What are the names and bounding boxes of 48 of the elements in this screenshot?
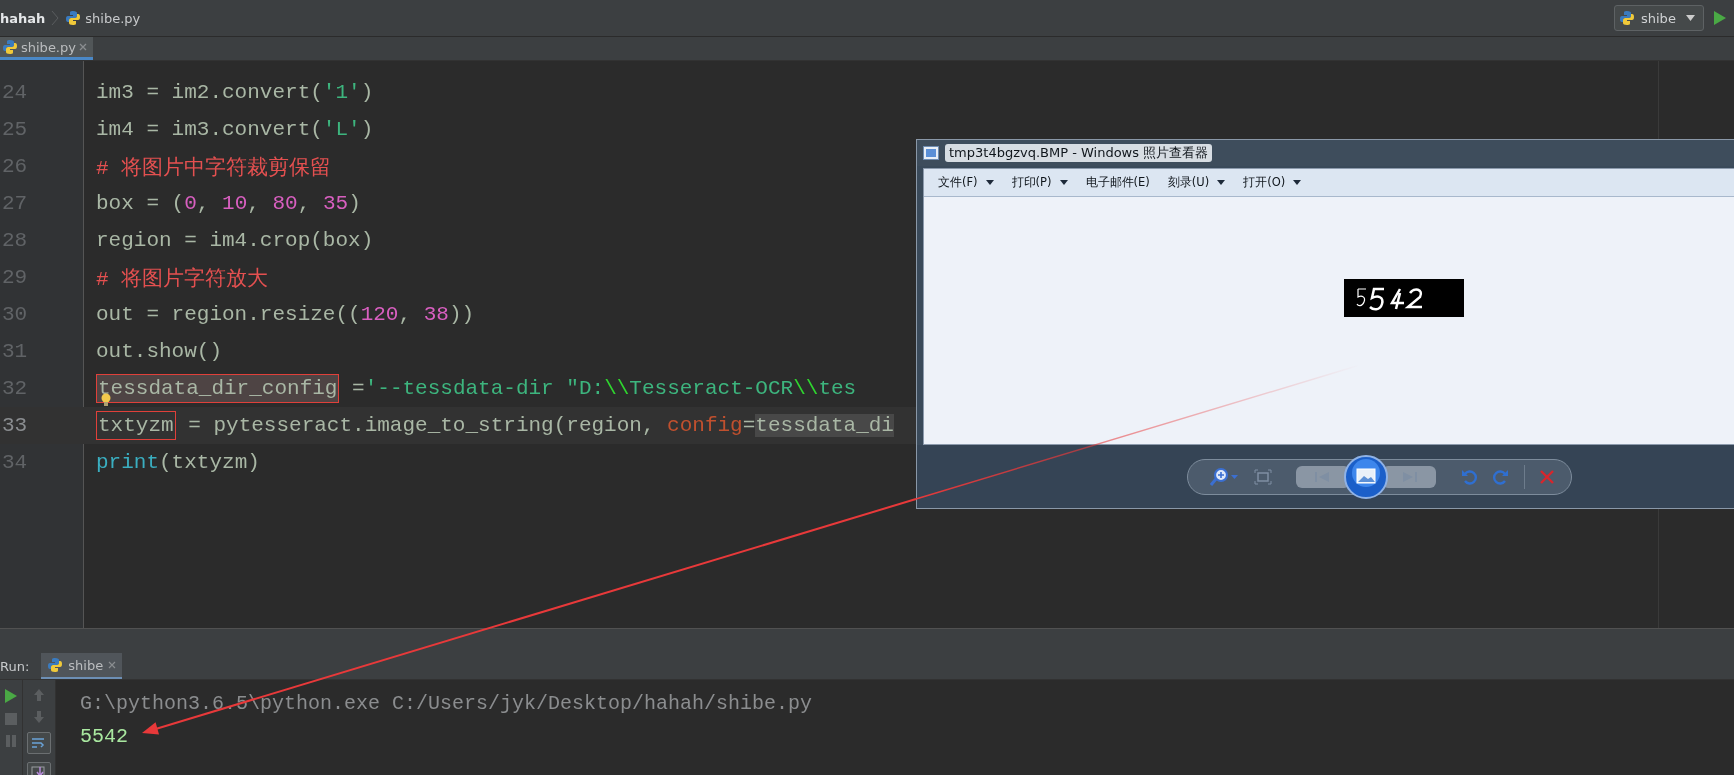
editor-tab[interactable]: shibe.py — [0, 37, 93, 60]
close-icon[interactable] — [108, 661, 117, 669]
code-line: # 将图片字符放大 — [95, 266, 269, 292]
python-icon — [1619, 10, 1635, 26]
code-line: im3 = im2.convert('1') — [95, 81, 374, 104]
run-panel-label: Run: — [0, 658, 30, 674]
python-icon — [47, 657, 64, 673]
separator-icon — [51, 10, 60, 26]
pause-icon[interactable] — [4, 734, 18, 748]
line-number: 33 — [1, 414, 29, 437]
code-line: print(txtyzm) — [95, 451, 260, 474]
up-arrow-icon[interactable] — [32, 688, 46, 702]
rotate-counterclockwise-icon[interactable] — [1460, 467, 1478, 486]
code-line: txtyzm = pytesseract.image_to_string(region, config=tessdata_di — [83, 414, 894, 437]
breadcrumb-item[interactable]: hahah — [0, 10, 46, 26]
run-configuration-dropdown[interactable]: shibe — [1614, 5, 1704, 31]
rotate-clockwise-icon[interactable] — [1492, 467, 1510, 486]
splitter-bar[interactable] — [0, 628, 1734, 653]
slideshow-icon[interactable] — [1344, 454, 1388, 499]
code-line: box = (0, 10, 80, 35) — [95, 192, 361, 215]
breadcrumb-item[interactable]: shibe.py — [85, 10, 141, 26]
menu-item[interactable]: 电子邮件(E) — [1079, 175, 1156, 190]
run-tab[interactable]: shibe — [41, 653, 123, 679]
python-file-icon — [65, 10, 82, 26]
menu-item[interactable]: 打印(P) — [1005, 175, 1074, 190]
caret-icon — [1686, 15, 1695, 21]
down-arrow-icon[interactable] — [32, 710, 46, 724]
soft-wrap-icon[interactable] — [27, 732, 51, 754]
python-file-icon — [2, 39, 18, 55]
code-line: region = im4.crop(box) — [95, 229, 374, 252]
window-app-icon — [923, 146, 939, 160]
delete-icon[interactable] — [1539, 468, 1555, 485]
zoom-icon[interactable] — [1210, 466, 1240, 487]
code-line: out.show() — [95, 340, 223, 363]
code-line: tessdata_dir_config ='--tessdata-dir "D:\\Tesseract-OCR\\tes — [83, 377, 857, 400]
fit-to-window-icon[interactable] — [1254, 468, 1272, 485]
window-title: tmp3t4bgzvq.BMP - Windows 照片查看器 — [945, 144, 1213, 162]
stop-icon[interactable] — [4, 712, 18, 726]
menu-item[interactable]: 刻录(U) — [1161, 175, 1232, 190]
run-icon[interactable] — [1714, 11, 1726, 25]
console-output-line: 5542 — [80, 725, 129, 748]
menu-item[interactable]: 打开(O) — [1237, 175, 1308, 190]
code-line: im4 = im3.convert('L') — [95, 118, 374, 141]
run-icon[interactable] — [4, 688, 18, 704]
code-line: # 将图片中字符裁剪保留 — [95, 155, 332, 181]
code-line: out = region.resize((120, 38)) — [95, 303, 475, 326]
close-icon[interactable] — [78, 43, 87, 51]
menu-item[interactable]: 文件(F) — [932, 175, 1000, 190]
